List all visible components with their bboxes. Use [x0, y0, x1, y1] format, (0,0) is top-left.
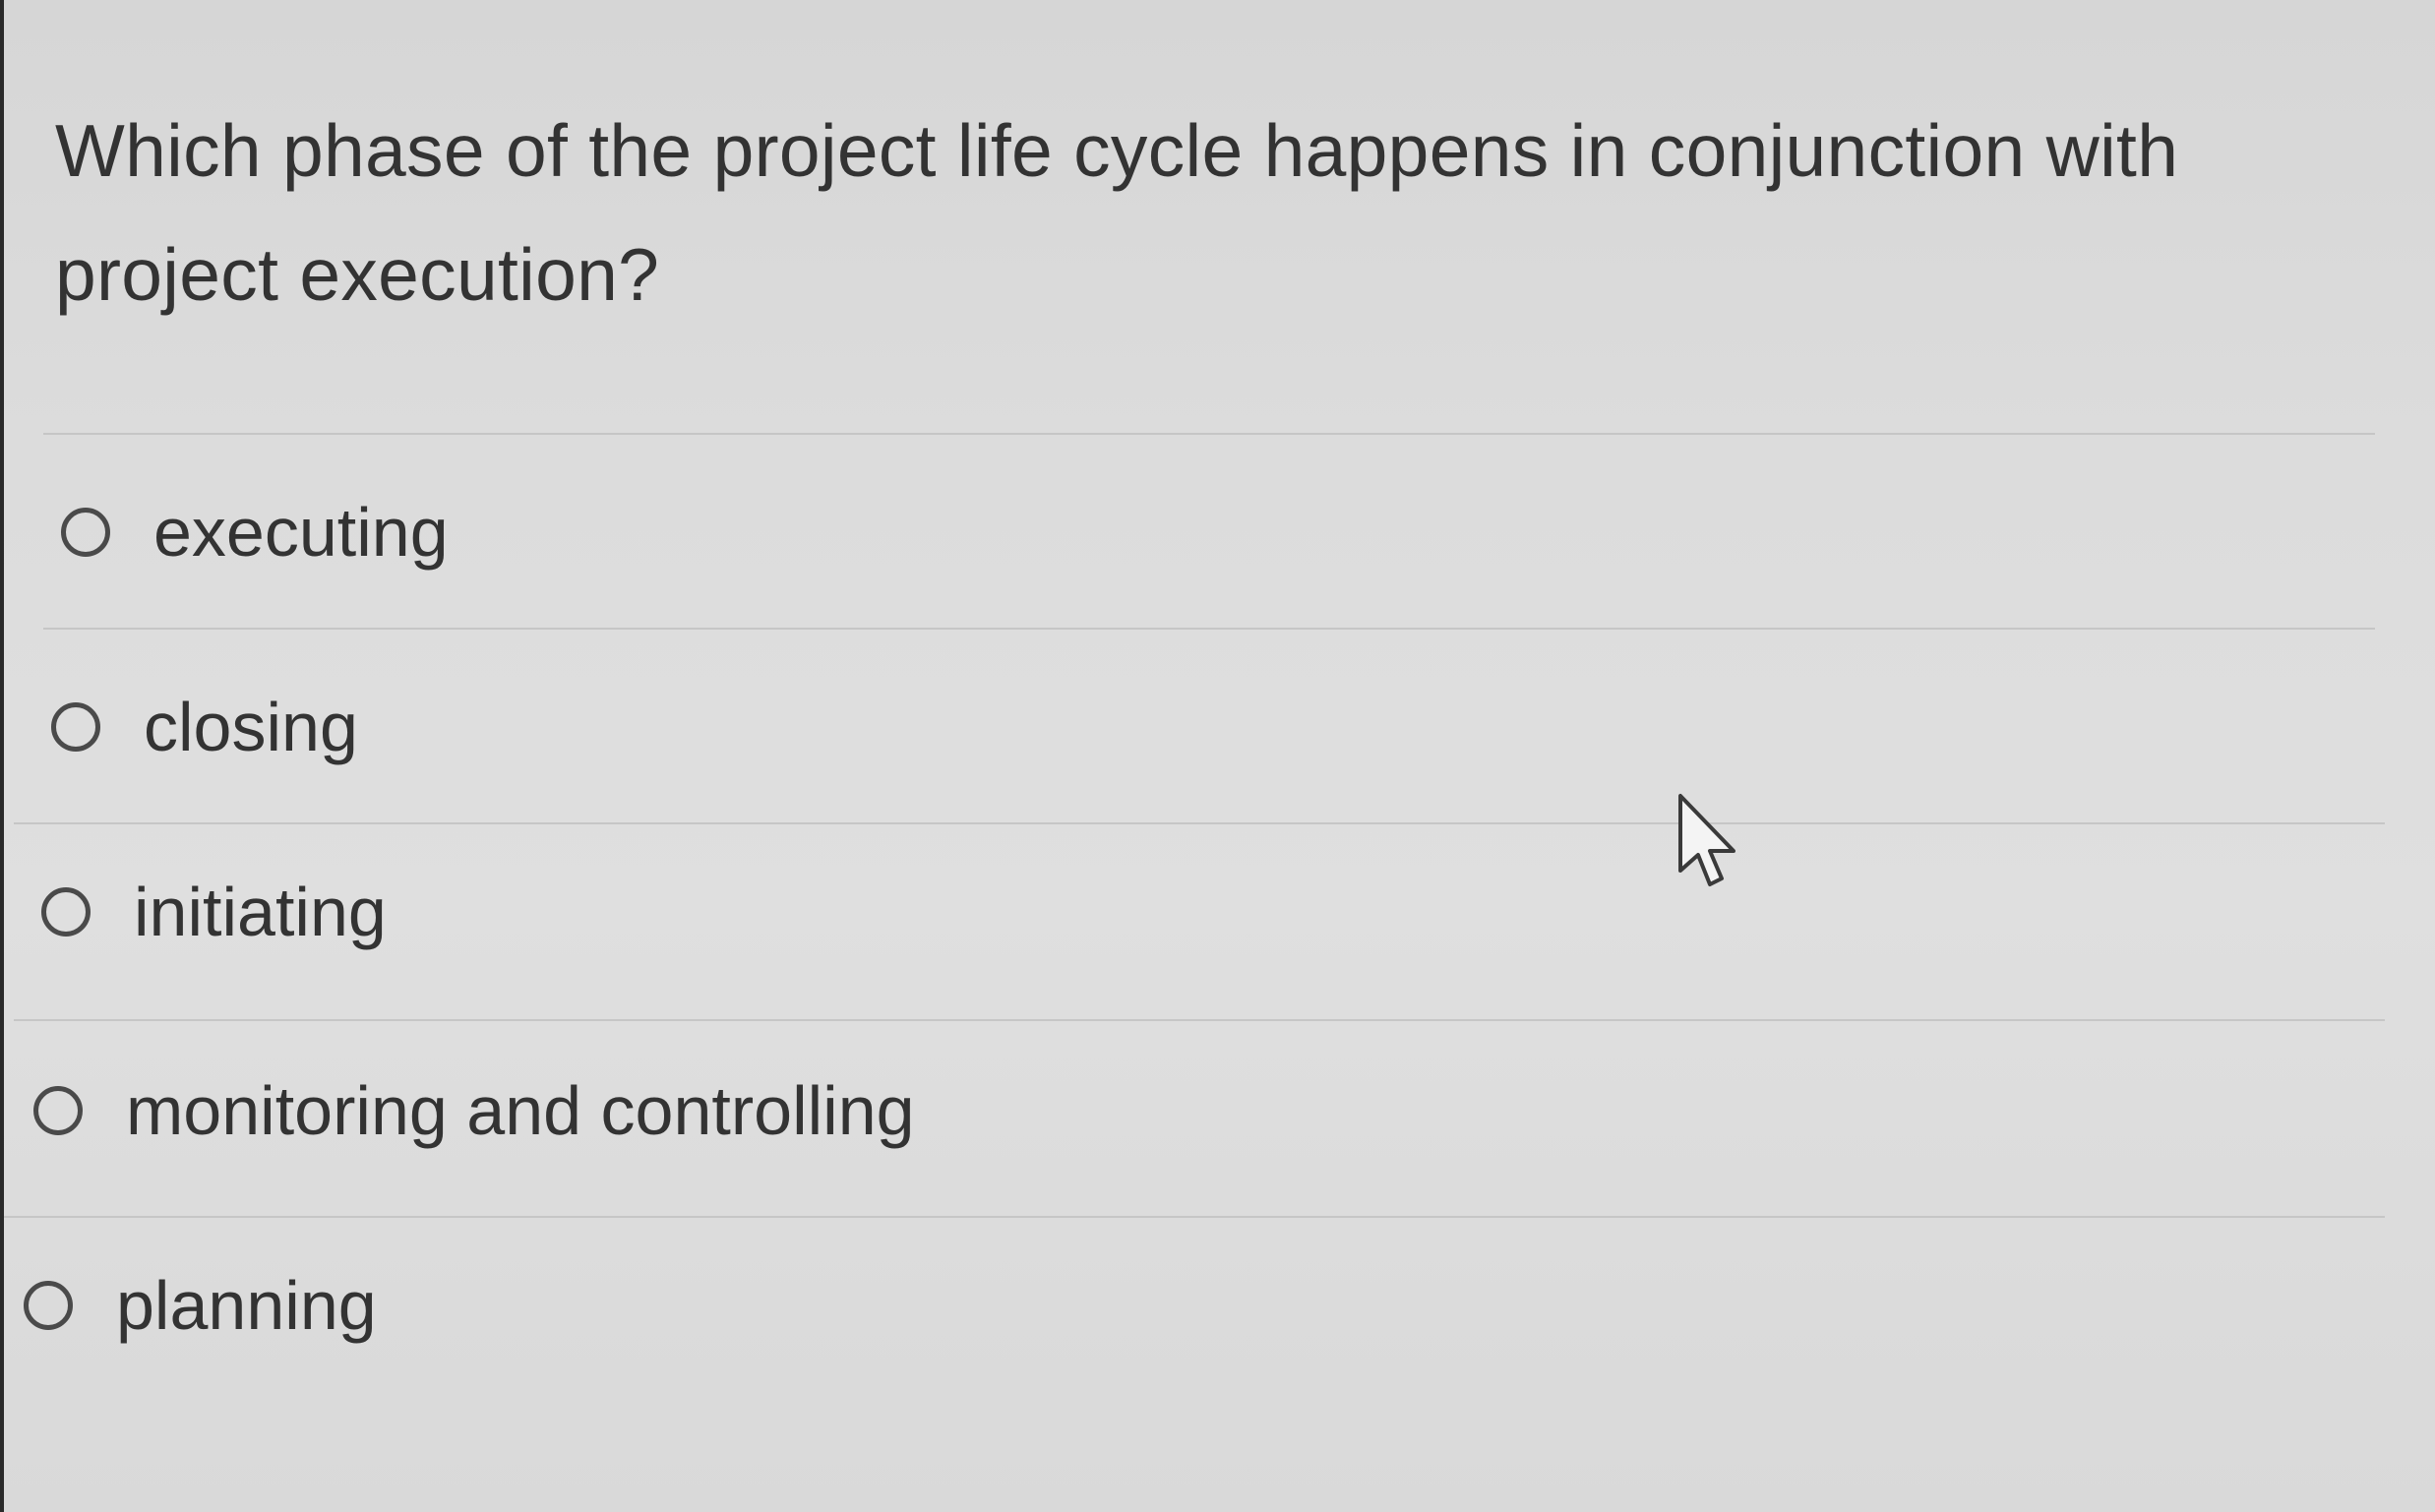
option-label: initiating: [134, 874, 387, 950]
option-closing[interactable]: closing: [51, 630, 358, 824]
radio-unchecked-icon[interactable]: [41, 887, 91, 937]
option-label: monitoring and controlling: [126, 1072, 915, 1149]
option-initiating[interactable]: initiating: [41, 815, 387, 1009]
quiz-question-card: Which phase of the project life cycle ha…: [4, 0, 2435, 1512]
divider: [43, 628, 2375, 630]
option-label: closing: [144, 689, 358, 765]
radio-unchecked-icon[interactable]: [61, 508, 110, 557]
mouse-pointer-icon: [1678, 794, 1735, 886]
option-executing[interactable]: executing: [61, 435, 449, 630]
option-monitoring-and-controlling[interactable]: monitoring and controlling: [33, 1013, 915, 1208]
option-planning[interactable]: planning: [24, 1208, 377, 1403]
option-label: executing: [153, 494, 449, 571]
option-label: planning: [116, 1267, 377, 1344]
question-text: Which phase of the project life cycle ha…: [55, 109, 2179, 316]
radio-unchecked-icon[interactable]: [24, 1281, 73, 1330]
radio-unchecked-icon[interactable]: [51, 702, 100, 752]
radio-unchecked-icon[interactable]: [33, 1086, 83, 1135]
